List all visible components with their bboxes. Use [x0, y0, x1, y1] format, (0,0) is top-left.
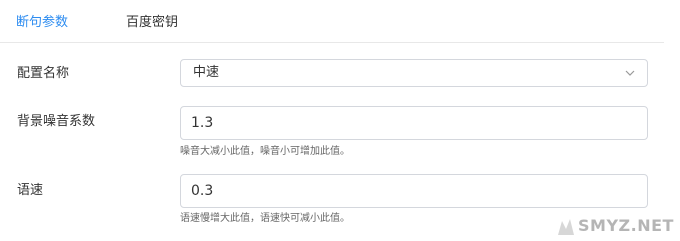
watermark-text: SMYZ.NET [578, 216, 674, 235]
speed-label: 语速 [17, 183, 44, 198]
tab-baidu-key[interactable]: 百度密钥 [126, 14, 178, 32]
config-name-label: 配置名称 [17, 66, 70, 81]
tab-bar: 断句参数 百度密钥 [0, 0, 664, 43]
noise-label: 背景噪音系数 [17, 114, 96, 129]
tab-sentence-params[interactable]: 断句参数 [16, 14, 68, 32]
config-name-selected-value: 中速 [193, 65, 220, 80]
settings-page: 断句参数 百度密钥 配置名称 中速 背景噪音系数 噪音大减小此值，噪音小可增加此… [0, 0, 680, 241]
config-name-select[interactable]: 中速 [180, 59, 648, 87]
speed-input[interactable] [180, 174, 648, 208]
smyz-logo-icon [558, 219, 574, 235]
chevron-down-icon [625, 70, 635, 76]
noise-input[interactable] [180, 106, 648, 140]
watermark: SMYZ.NET [556, 214, 676, 238]
noise-hint: 噪音大减小此值，噪音小可增加此值。 [180, 146, 350, 157]
speed-hint: 语速慢增大此值，语速快可减小此值。 [180, 213, 350, 224]
